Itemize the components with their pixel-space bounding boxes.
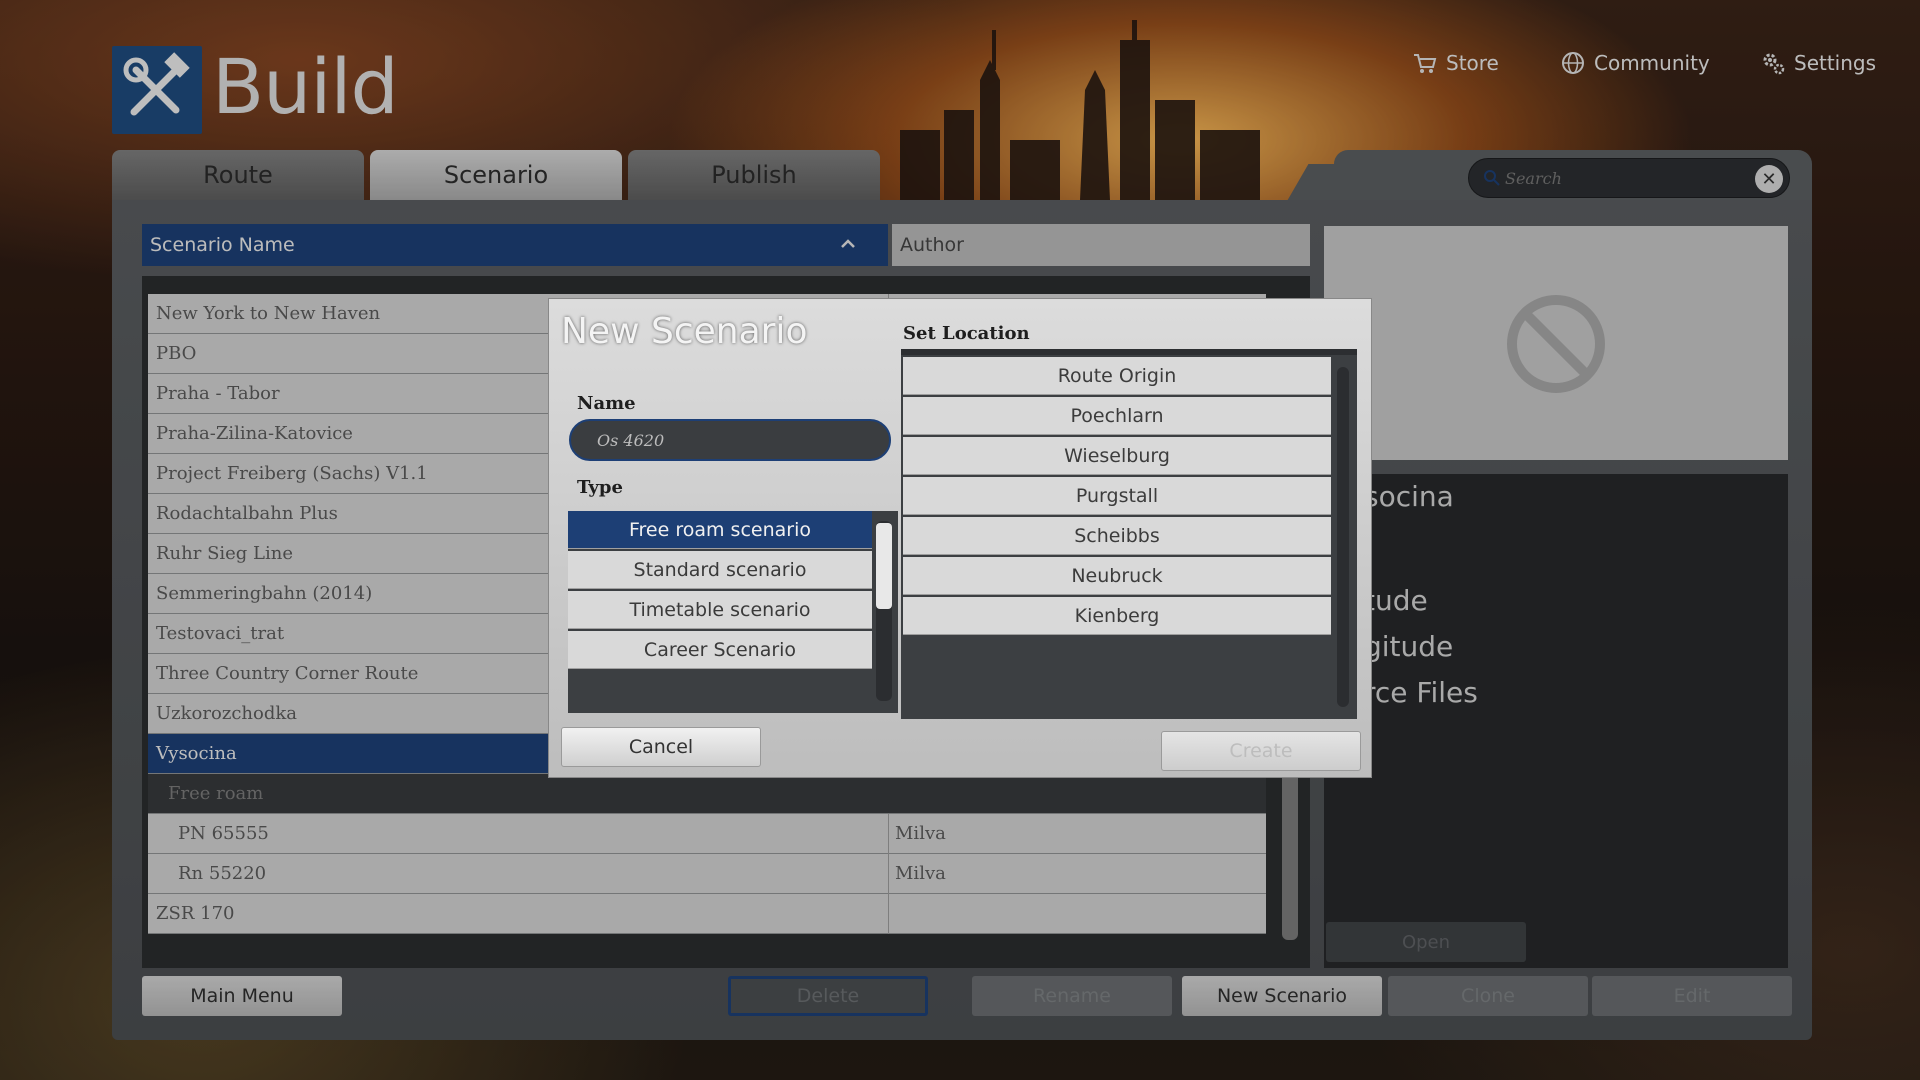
- type-list: Free roam scenario Standard scenario Tim…: [568, 511, 898, 713]
- name-label: Name: [577, 393, 636, 414]
- type-option-timetable[interactable]: Timetable scenario: [568, 591, 872, 629]
- location-list: Route Origin Poechlarn Wieselburg Purgst…: [901, 349, 1357, 719]
- name-field[interactable]: [569, 419, 891, 461]
- dialog-title: New Scenario: [561, 311, 808, 352]
- type-option-standard[interactable]: Standard scenario: [568, 551, 872, 589]
- set-location-label: Set Location: [903, 323, 1030, 344]
- location-item[interactable]: Purgstall: [903, 477, 1331, 515]
- type-option-career[interactable]: Career Scenario: [568, 631, 872, 669]
- location-scrollbar[interactable]: [1337, 367, 1349, 707]
- location-item[interactable]: Wieselburg: [903, 437, 1331, 475]
- location-item[interactable]: Neubruck: [903, 557, 1331, 595]
- new-scenario-dialog: New Scenario Name Type Free roam scenari…: [548, 298, 1372, 778]
- type-option-free-roam[interactable]: Free roam scenario: [568, 511, 872, 549]
- location-item[interactable]: Route Origin: [903, 357, 1331, 395]
- location-item[interactable]: Scheibbs: [903, 517, 1331, 555]
- type-label: Type: [577, 477, 623, 498]
- location-item[interactable]: Kienberg: [903, 597, 1331, 635]
- create-button[interactable]: Create: [1161, 731, 1361, 771]
- location-item[interactable]: Poechlarn: [903, 397, 1331, 435]
- cancel-button[interactable]: Cancel: [561, 727, 761, 767]
- type-scrollbar-thumb[interactable]: [876, 523, 892, 609]
